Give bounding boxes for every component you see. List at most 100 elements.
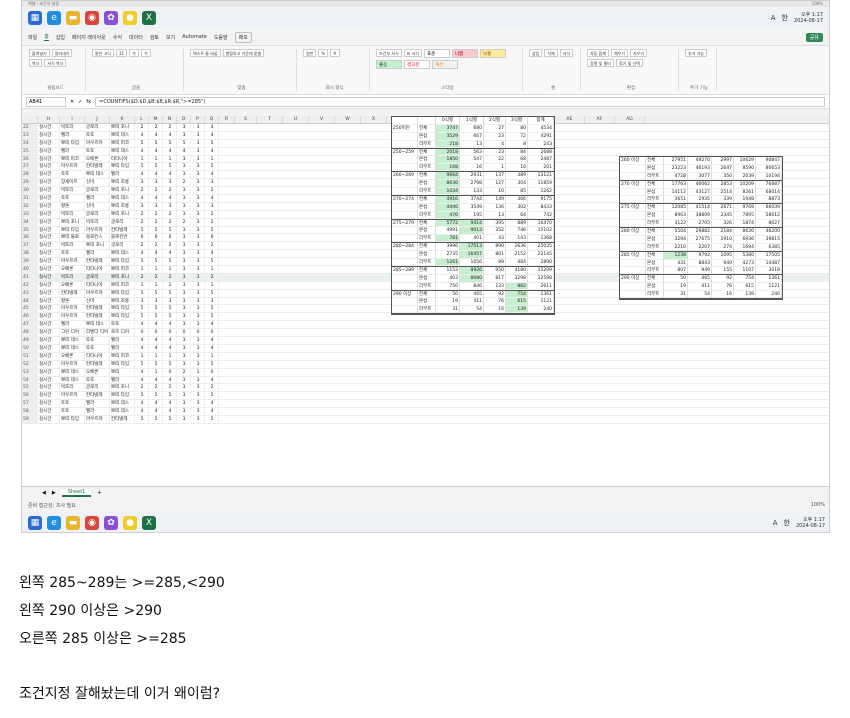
cell[interactable]: 마우르카 xyxy=(85,289,110,297)
cell[interactable]: 0 xyxy=(135,329,149,337)
cell[interactable]: 2 xyxy=(177,368,191,376)
cell[interactable]: 오베론 xyxy=(60,352,85,360)
cell[interactable]: 2 xyxy=(177,179,191,187)
cell[interactable]: 4 xyxy=(163,250,177,258)
cell[interactable]: 마우르카 xyxy=(60,360,85,368)
cell[interactable]: 3 xyxy=(191,384,205,392)
cell[interactable]: 3 xyxy=(135,179,149,187)
cell[interactable]: 4 xyxy=(163,400,177,408)
summary-cell[interactable]: 240 xyxy=(528,306,554,314)
summary-cell[interactable]: 1095 xyxy=(712,251,734,260)
cell[interactable]: 벨라 xyxy=(110,376,135,384)
cell[interactable]: 뽀띠 데스 xyxy=(110,195,135,202)
summary-cell[interactable]: 940 xyxy=(712,259,734,268)
summary-cell[interactable]: 16 xyxy=(460,164,484,172)
cell[interactable]: 3 xyxy=(163,297,177,305)
cell[interactable]: 3 xyxy=(191,147,205,155)
summary-cell[interactable]: 8926 xyxy=(460,266,484,275)
summary-cell[interactable]: 76 xyxy=(712,283,734,292)
summary-cell[interactable]: 411 xyxy=(460,298,484,307)
cell[interactable]: 실시간 xyxy=(38,139,60,147)
cell[interactable]: 실시간 xyxy=(38,155,60,163)
cell[interactable]: 3 xyxy=(177,281,191,289)
cell[interactable]: 뽀띠 타임 xyxy=(110,289,135,297)
summary-cell[interactable]: 리부트 xyxy=(646,291,664,299)
cell[interactable]: 5 xyxy=(149,258,163,266)
summary-cell[interactable]: 680 xyxy=(460,124,484,133)
summary-cell[interactable]: 8261 xyxy=(734,188,756,197)
cell[interactable]: 실시간 xyxy=(38,124,60,131)
column-header-AG[interactable]: AG xyxy=(615,116,645,123)
cell[interactable]: 3 xyxy=(191,250,205,258)
cell[interactable]: 1 xyxy=(205,352,219,360)
summary-cell[interactable]: 6385 xyxy=(756,243,782,251)
summary-cell[interactable]: 2671 xyxy=(712,204,734,213)
ribbon-button[interactable]: 병합하고 가운데 맞춤 xyxy=(222,49,265,57)
ribbon-button[interactable]: 잘라내기 xyxy=(51,49,73,57)
cell[interactable]: 0 xyxy=(163,329,177,337)
summary-cell[interactable]: 16457 xyxy=(460,251,484,260)
cell[interactable]: 뽀띠 포니 xyxy=(85,242,110,250)
summary-cell[interactable]: 304 xyxy=(506,180,528,189)
cell[interactable]: 벨라 xyxy=(85,250,110,258)
cell[interactable]: 0 xyxy=(163,368,177,376)
summary-cell[interactable]: 80 xyxy=(506,124,528,133)
cell[interactable]: 황혼 xyxy=(60,202,85,210)
cell[interactable]: 3 xyxy=(177,321,191,329)
cell[interactable]: 3 xyxy=(177,226,191,234)
cell[interactable]: 2 xyxy=(135,384,149,392)
summary-cell[interactable]: 882 xyxy=(506,282,528,290)
cell[interactable]: 뽀띠 피코 xyxy=(110,281,135,289)
summary-cell[interactable]: 1850 xyxy=(436,156,460,165)
summary-cell[interactable]: 31 xyxy=(664,291,688,299)
cell[interactable]: 3 xyxy=(177,384,191,392)
column-header-J[interactable]: J xyxy=(85,116,110,123)
summary-cell[interactable]: 1153 xyxy=(436,266,460,275)
cell[interactable]: 3 xyxy=(177,337,191,344)
summary-cell[interactable]: 58012 xyxy=(756,212,782,221)
summary-cell[interactable]: 389 xyxy=(506,172,528,181)
cell[interactable]: 4 xyxy=(135,250,149,258)
cell[interactable]: 3 xyxy=(177,242,191,250)
summary-cell[interactable]: 27951 xyxy=(664,157,688,165)
cell[interactable]: 뽀띠 타임 xyxy=(110,305,135,313)
summary-cell[interactable]: 431 xyxy=(664,259,688,268)
cell[interactable]: 뽀띠 xyxy=(110,368,135,376)
column-header-O[interactable]: O xyxy=(177,116,191,123)
summary-cell[interactable]: 149 xyxy=(484,195,506,204)
cell[interactable]: 1 xyxy=(163,155,177,163)
summary-cell[interactable]: 리부트 xyxy=(418,282,436,290)
cell[interactable]: 뽀띠 포니 xyxy=(110,273,135,281)
cell[interactable]: 5 xyxy=(205,415,219,423)
cell[interactable]: 오베론 xyxy=(60,281,85,289)
summary-cell[interactable]: 31 xyxy=(436,306,460,314)
cell[interactable]: 벨라 xyxy=(110,344,135,352)
cell[interactable]: 블로킨만 xyxy=(110,234,135,242)
edge-icon[interactable]: e xyxy=(47,516,61,530)
summary-cell[interactable]: 401 xyxy=(460,235,484,243)
cell[interactable]: 실시간 xyxy=(38,321,60,329)
cell[interactable]: 실시간 xyxy=(38,415,60,423)
cell[interactable]: 5 xyxy=(149,226,163,234)
ribbon-button[interactable]: 9 xyxy=(330,49,341,57)
cell[interactable]: 실시간 xyxy=(38,297,60,305)
summary-cell[interactable]: 3529 xyxy=(436,132,460,141)
column-header-W[interactable]: W xyxy=(335,116,361,123)
cell-style-보통[interactable]: 보통 xyxy=(479,49,506,58)
summary-cell[interactable]: 23223 xyxy=(664,164,688,173)
summary-cell[interactable]: 16 xyxy=(484,306,506,314)
cell[interactable]: 4 xyxy=(135,131,149,139)
cell[interactable]: 4 xyxy=(149,376,163,384)
cell[interactable]: 실시간 xyxy=(38,289,60,297)
cell[interactable]: 마우르카 xyxy=(60,163,85,171)
lang-indicator[interactable]: 한 xyxy=(781,13,787,23)
column-header-T[interactable]: T xyxy=(257,116,283,123)
summary-cell[interactable]: 16 xyxy=(506,164,528,172)
cell[interactable]: 5 xyxy=(163,139,177,147)
column-header-X[interactable]: X xyxy=(361,116,387,123)
cell[interactable]: 2 xyxy=(163,210,177,218)
cell[interactable]: 실시간 xyxy=(38,400,60,408)
cell[interactable]: 3 xyxy=(191,124,205,131)
cell[interactable]: 토토 xyxy=(60,195,85,202)
summary-cell[interactable]: 1368 xyxy=(528,235,554,243)
